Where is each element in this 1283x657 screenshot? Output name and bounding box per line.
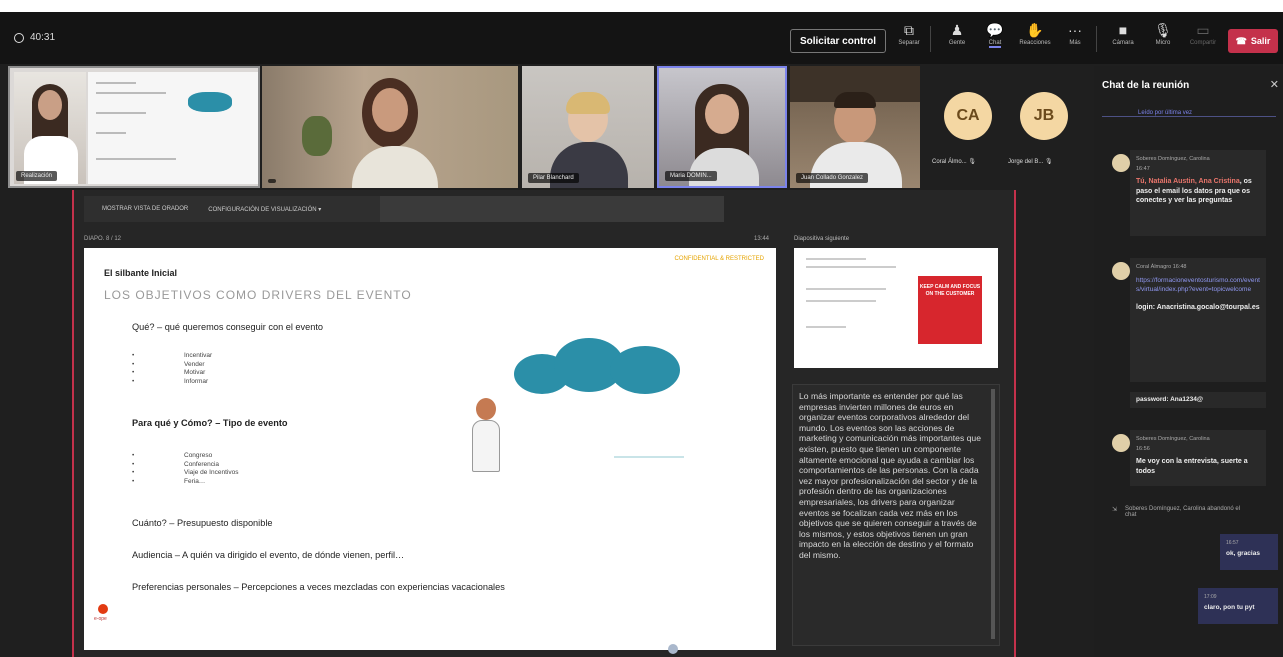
slide-question: Audiencia – A quién va dirigido el event… xyxy=(132,550,405,560)
mic-off-icon: 🎙 xyxy=(968,159,976,165)
popout-button[interactable]: ⧉ Separar xyxy=(892,20,926,60)
leave-button[interactable]: ☎ Salir xyxy=(1228,29,1278,53)
request-control-button[interactable]: Solicitar control xyxy=(790,29,886,53)
participant-tile-sharing[interactable]: Realización xyxy=(8,66,260,188)
keep-calm-poster: KEEP CALM AND FOCUS ON THE CUSTOMER xyxy=(918,276,982,344)
toolbar-divider xyxy=(1096,26,1097,52)
slide-timer: 13:44 xyxy=(754,236,770,242)
participant-avatar-tile[interactable]: JB Jorge del B... 🎙 xyxy=(1000,66,1090,188)
chat-icon: 💬 xyxy=(986,22,1004,38)
more-button[interactable]: ··· Más xyxy=(1058,20,1092,60)
participant-video xyxy=(14,72,86,184)
participant-name xyxy=(268,179,276,183)
participant-tile[interactable] xyxy=(262,66,518,188)
participant-name: Pilar Blanchard xyxy=(528,173,579,183)
phone-icon: ☎ xyxy=(1235,35,1247,46)
person-leave-icon: ⇲ xyxy=(1112,507,1118,513)
share-icon: ▭ xyxy=(1196,22,1210,38)
meeting-timer: 40:31 xyxy=(14,32,55,43)
participant-name: Jorge del B... 🎙 xyxy=(1008,159,1053,165)
mic-off-icon: 🎙 xyxy=(1045,159,1053,165)
shield-icon xyxy=(14,32,24,43)
participant-tile[interactable]: Pilar Blanchard xyxy=(522,66,654,188)
close-icon[interactable]: ✕ xyxy=(1270,78,1279,91)
notes-scrollbar[interactable] xyxy=(991,389,995,639)
presenter-toolbar: MOSTRAR VISTA DE ORADOR CONFIGURACIÓN DE… xyxy=(84,196,724,222)
camera-icon: ■ xyxy=(1118,22,1128,38)
mic-button[interactable]: 🎙 Micro xyxy=(1146,20,1180,60)
own-chat-message[interactable]: 17:09 claro, pon tu pyt xyxy=(1198,588,1278,624)
speaker-notes: Lo más importante es entender por qué la… xyxy=(792,384,1000,646)
chat-message[interactable]: Soberes Domínguez, Carolina 16:47 Tú, Nat… xyxy=(1130,150,1266,236)
thinking-person-illustration xyxy=(470,398,506,478)
share-button[interactable]: ▭ Compartir xyxy=(1186,20,1220,60)
avatar xyxy=(1112,262,1130,280)
mic-icon: 🎙 xyxy=(1154,22,1172,38)
participant-tile-active-speaker[interactable]: Maria DOMIN... xyxy=(657,66,787,188)
participant-name: Juan Collado Gonzalez xyxy=(796,173,869,183)
system-message: ⇲ Soberes Domínguez, Carolina abandonó e… xyxy=(1112,506,1241,518)
last-read-marker: Leído por última vez xyxy=(1134,110,1197,116)
chat-title: Chat de la reunión xyxy=(1102,80,1190,91)
slide-question: Preferencias personales – Percepciones a… xyxy=(132,582,505,592)
slide-question: Cuánto? – Presupuesto disponible xyxy=(132,518,273,528)
chat-message[interactable]: Soberes Domínguez, Carolina 16:56 Me voy … xyxy=(1130,430,1266,486)
toolbar-divider xyxy=(930,26,931,52)
slide-kicker: El silbante Inicial xyxy=(104,268,178,278)
logo-icon xyxy=(98,604,108,614)
shared-screen: MOSTRAR VISTA DE ORADOR CONFIGURACIÓN DE… xyxy=(72,190,1016,657)
slide-list: • Incentivar • Vender • Motivar • Informar xyxy=(132,352,213,385)
slide-title: LOS OBJETIVOS COMO DRIVERS DEL EVENTO xyxy=(104,288,412,302)
cursor-indicator xyxy=(668,644,678,654)
next-slide-label: Diapositiva siguiente xyxy=(794,236,850,242)
confidential-label: CONFIDENTIAL & RESTRICTED xyxy=(674,256,764,262)
camera-button[interactable]: ■ Cámara xyxy=(1106,20,1140,60)
participant-tile[interactable]: Juan Collado Gonzalez xyxy=(790,66,920,188)
slide-question: Para qué y Cómo? – Tipo de evento xyxy=(132,418,288,428)
timer-text: 40:31 xyxy=(30,32,56,43)
chat-link[interactable]: https://formacioneventosturismo.com/even… xyxy=(1136,276,1260,295)
participant-name: Maria DOMIN... xyxy=(665,171,717,181)
slide-counter: DIAPO. 8 / 12 xyxy=(84,236,122,242)
participant-name: Coral Álmo... 🎙 xyxy=(932,159,976,165)
slide-list: • Congreso • Conferencia • Viaje de Incenti… xyxy=(132,452,239,485)
avatar: CA xyxy=(944,92,992,140)
own-chat-message[interactable]: 16:57 ok, gracias xyxy=(1220,534,1278,570)
participant-name: Realización xyxy=(16,171,58,181)
people-button[interactable]: ♟ Gente xyxy=(940,20,974,60)
pop-out-icon: ⧉ xyxy=(904,22,914,38)
teams-meeting-window: 40:31 Solicitar control ⧉ Separar ♟ Gent… xyxy=(0,12,1283,657)
show-presenter-view-button[interactable]: MOSTRAR VISTA DE ORADOR xyxy=(102,206,188,212)
thought-cloud-illustration xyxy=(514,338,684,398)
next-slide-preview[interactable]: KEEP CALM AND FOCUS ON THE CUSTOMER xyxy=(794,248,998,368)
chat-message[interactable]: Coral Álmagro 16:48 https://formacioneve… xyxy=(1130,258,1266,382)
meeting-chat-panel: Chat de la reunión ✕ Leído por última ve… xyxy=(1094,66,1283,657)
display-settings-button[interactable]: CONFIGURACIÓN DE VISUALIZACIÓN ▾ xyxy=(208,206,321,213)
logo-text: e-ope xyxy=(94,616,107,622)
avatar: JB xyxy=(1020,92,1068,140)
reactions-icon: ✋ xyxy=(1026,22,1044,38)
meeting-toolbar: 40:31 Solicitar control ⧉ Separar ♟ Gent… xyxy=(0,12,1283,64)
bird-illustration xyxy=(614,456,684,466)
chat-message[interactable]: password: Ana1234@ xyxy=(1130,392,1266,408)
avatar xyxy=(1112,434,1130,452)
avatar xyxy=(1112,154,1130,172)
chat-button[interactable]: 💬 Chat xyxy=(978,20,1012,60)
current-slide: El silbante Inicial CONFIDENTIAL & RESTR… xyxy=(84,248,776,650)
reactions-button[interactable]: ✋ Reacciones xyxy=(1018,20,1052,60)
slide-question: Qué? – qué queremos conseguir con el eve… xyxy=(132,322,324,332)
people-icon: ♟ xyxy=(950,22,964,38)
more-icon: ··· xyxy=(1068,22,1082,38)
mention[interactable]: Tú, Natalia Austin, Ana Cristina xyxy=(1136,178,1240,185)
shared-slide-thumbnail xyxy=(88,72,258,184)
